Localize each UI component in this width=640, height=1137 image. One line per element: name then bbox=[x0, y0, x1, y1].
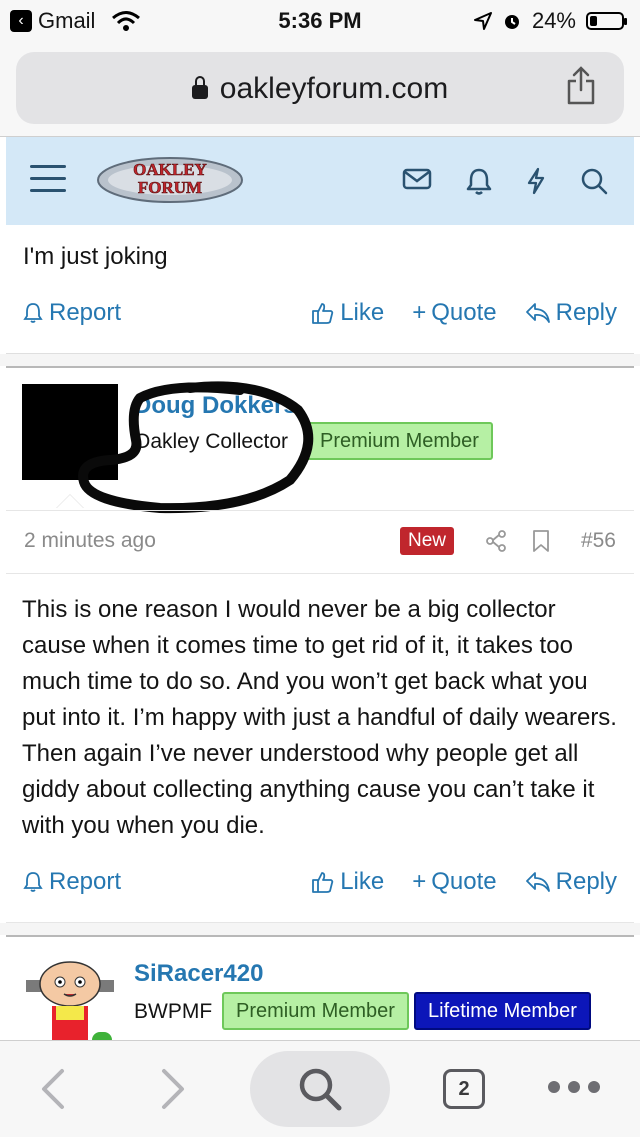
post-separator bbox=[0, 923, 640, 935]
lifetime-member-badge: Lifetime Member bbox=[414, 992, 591, 1030]
post-text: I'm just joking bbox=[23, 243, 168, 270]
post-body: This is one reason I would never be a bi… bbox=[22, 596, 617, 839]
browser-toolbar: 2 bbox=[0, 1040, 640, 1137]
report-button[interactable]: Report bbox=[23, 299, 121, 327]
alarm-icon bbox=[504, 15, 519, 29]
report-button[interactable]: Report bbox=[23, 868, 121, 896]
status-bar: ‹ Gmail 5:36 PM 24% bbox=[0, 0, 640, 40]
location-arrow-icon bbox=[473, 12, 492, 30]
share-nodes-icon[interactable] bbox=[484, 529, 508, 553]
post-actions: Report Like + Quote Reply bbox=[23, 299, 617, 329]
share-icon[interactable] bbox=[566, 66, 596, 106]
battery-icon bbox=[586, 12, 627, 30]
bookmark-icon[interactable] bbox=[531, 529, 551, 553]
quote-button[interactable]: + Quote bbox=[412, 868, 496, 896]
like-button[interactable]: Like bbox=[311, 299, 384, 327]
url-text: oakleyforum.com bbox=[219, 72, 449, 105]
premium-member-badge: Premium Member bbox=[222, 992, 409, 1030]
tabs-button[interactable]: 2 bbox=[443, 1069, 485, 1109]
new-badge: New bbox=[400, 527, 455, 555]
plus-icon: + bbox=[412, 299, 427, 326]
user-title: BWPMF bbox=[134, 1000, 213, 1023]
svg-text:OAKLEY: OAKLEY bbox=[133, 160, 207, 179]
bolt-icon[interactable] bbox=[526, 167, 546, 195]
post-divider bbox=[6, 366, 634, 368]
cartoon-avatar-image bbox=[22, 954, 118, 1040]
post-number[interactable]: #56 bbox=[581, 529, 616, 553]
reply-arrow-icon bbox=[525, 303, 550, 323]
forum-header: OAKLEY FORUM bbox=[6, 137, 634, 225]
scribble-annotation bbox=[78, 381, 314, 514]
thumbs-up-icon bbox=[312, 872, 334, 893]
bell-outline-icon bbox=[23, 872, 43, 892]
post-timestamp[interactable]: 2 minutes ago bbox=[24, 529, 156, 553]
search-icon[interactable] bbox=[580, 167, 608, 195]
thumbs-up-icon bbox=[312, 303, 334, 324]
search-button[interactable] bbox=[250, 1051, 390, 1127]
more-dots-icon[interactable] bbox=[548, 1081, 600, 1093]
post-meta: 2 minutes ago New #56 bbox=[6, 510, 634, 574]
menu-icon[interactable] bbox=[30, 165, 66, 201]
post-actions: Report Like + Quote Reply bbox=[23, 868, 617, 898]
like-button[interactable]: Like bbox=[311, 868, 384, 896]
plus-icon: + bbox=[412, 868, 427, 895]
search-icon bbox=[299, 1068, 342, 1111]
post-divider bbox=[6, 935, 634, 937]
battery-percent: 24% bbox=[531, 8, 576, 33]
oakley-forum-logo[interactable]: OAKLEY FORUM bbox=[96, 153, 244, 205]
bell-icon[interactable] bbox=[466, 167, 492, 195]
username[interactable]: SiRacer420 bbox=[134, 960, 263, 988]
reply-arrow-icon bbox=[525, 872, 550, 892]
reply-button[interactable]: Reply bbox=[525, 299, 617, 327]
back-chevron-icon[interactable] bbox=[38, 1067, 68, 1111]
envelope-icon[interactable] bbox=[402, 167, 432, 191]
avatar[interactable] bbox=[22, 954, 118, 1040]
post-separator bbox=[0, 354, 640, 366]
quote-button[interactable]: + Quote bbox=[412, 299, 496, 327]
lock-icon bbox=[191, 76, 208, 99]
forward-chevron-icon[interactable] bbox=[158, 1067, 188, 1111]
svg-text:FORUM: FORUM bbox=[138, 178, 202, 197]
address-bar[interactable]: oakleyforum.com bbox=[16, 52, 624, 124]
reply-button[interactable]: Reply bbox=[525, 868, 617, 896]
browser-address-area: oakleyforum.com bbox=[0, 40, 640, 137]
bell-outline-icon bbox=[23, 303, 43, 323]
user-card-pointer bbox=[56, 494, 84, 508]
premium-member-badge: Premium Member bbox=[306, 422, 493, 460]
